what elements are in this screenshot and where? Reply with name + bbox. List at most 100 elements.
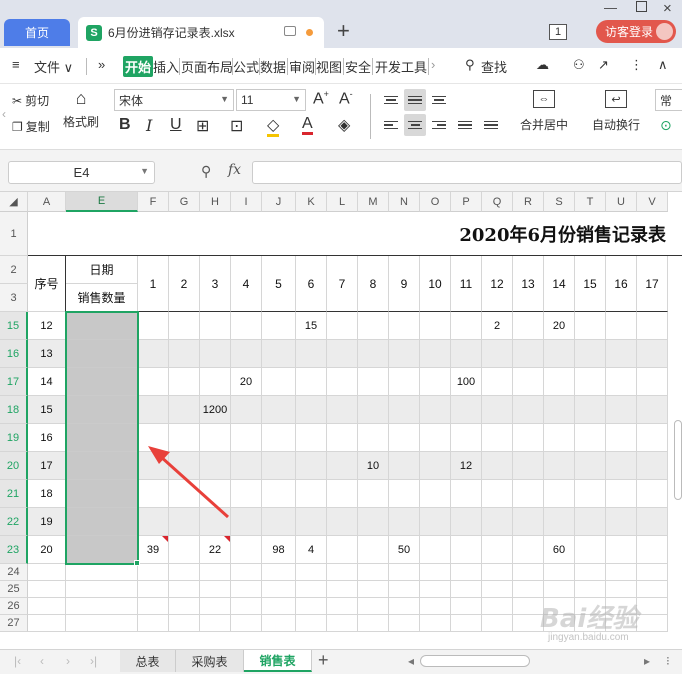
table-cell[interactable] <box>231 312 262 340</box>
empty-cell[interactable] <box>66 581 138 598</box>
row-header-21[interactable]: 21 <box>0 480 28 508</box>
seq-cell[interactable]: 14 <box>28 368 66 396</box>
table-cell[interactable] <box>451 424 482 452</box>
row-header-27[interactable]: 27 <box>0 615 28 632</box>
empty-cell[interactable] <box>358 564 389 581</box>
empty-cell[interactable] <box>327 615 358 632</box>
zoom-icon[interactable]: ⚲ <box>201 163 211 180</box>
empty-cell[interactable] <box>327 598 358 615</box>
table-cell[interactable] <box>138 340 169 368</box>
seq-cell[interactable]: 20 <box>28 536 66 564</box>
column-header-u[interactable]: U <box>606 192 637 212</box>
column-header-v[interactable]: V <box>637 192 668 212</box>
new-tab-button[interactable]: + <box>337 18 350 44</box>
column-header-a[interactable]: A <box>28 192 66 212</box>
seq-cell[interactable]: 15 <box>28 396 66 424</box>
tab-formula[interactable]: 公式 <box>233 57 259 76</box>
table-cell[interactable] <box>482 368 513 396</box>
table-cell[interactable] <box>482 424 513 452</box>
table-cell[interactable] <box>358 312 389 340</box>
column-header-s[interactable]: S <box>544 192 575 212</box>
table-cell[interactable]: 100 <box>451 368 482 396</box>
underline-icon[interactable]: U <box>170 116 182 134</box>
empty-cell[interactable] <box>169 564 200 581</box>
table-cell[interactable] <box>544 368 575 396</box>
seq-cell[interactable]: 17 <box>28 452 66 480</box>
empty-cell[interactable] <box>606 564 637 581</box>
empty-cell[interactable] <box>389 598 420 615</box>
seq-cell[interactable]: 12 <box>28 312 66 340</box>
empty-cell[interactable] <box>169 598 200 615</box>
table-cell[interactable] <box>544 452 575 480</box>
column-header-o[interactable]: O <box>420 192 451 212</box>
table-cell[interactable] <box>389 396 420 424</box>
empty-cell[interactable] <box>420 598 451 615</box>
table-cell[interactable] <box>262 396 296 424</box>
menu-scroll-right-icon[interactable]: › <box>431 57 435 72</box>
table-cell[interactable] <box>606 424 637 452</box>
name-box[interactable]: E4 ▼ <box>8 161 155 184</box>
table-cell[interactable] <box>358 340 389 368</box>
align-right-icon[interactable] <box>428 114 450 136</box>
table-cell[interactable] <box>262 312 296 340</box>
justify-icon[interactable] <box>454 114 476 136</box>
table-cell[interactable] <box>327 340 358 368</box>
row-header-23[interactable]: 23 <box>0 536 28 564</box>
empty-cell[interactable] <box>637 564 668 581</box>
empty-cell[interactable] <box>451 598 482 615</box>
fx-icon[interactable]: fx <box>228 162 241 178</box>
table-cell[interactable] <box>575 480 606 508</box>
row-header-22[interactable]: 22 <box>0 508 28 536</box>
wrap-text-button[interactable]: ↩ 自动换行 <box>592 90 640 133</box>
table-cell[interactable] <box>482 536 513 564</box>
table-cell[interactable] <box>575 536 606 564</box>
table-cell[interactable] <box>169 368 200 396</box>
close-icon[interactable]: × <box>663 0 672 17</box>
table-cell[interactable] <box>231 536 262 564</box>
table-cell[interactable] <box>327 452 358 480</box>
table-cell[interactable] <box>169 340 200 368</box>
table-cell[interactable] <box>575 368 606 396</box>
table-cell[interactable] <box>420 368 451 396</box>
table-cell[interactable] <box>358 396 389 424</box>
align-bottom-icon[interactable] <box>428 89 450 111</box>
collaborate-icon[interactable]: ⚇ <box>573 57 585 73</box>
table-cell[interactable] <box>389 340 420 368</box>
table-cell[interactable] <box>169 424 200 452</box>
align-middle-icon[interactable] <box>404 89 426 111</box>
empty-cell[interactable] <box>262 615 296 632</box>
table-cell[interactable] <box>262 424 296 452</box>
table-cell[interactable] <box>389 368 420 396</box>
table-cell[interactable] <box>513 536 544 564</box>
table-cell[interactable] <box>296 452 327 480</box>
table-cell[interactable] <box>513 340 544 368</box>
tab-insert[interactable]: 插入 <box>153 57 179 76</box>
toolbar-scroll-left-icon[interactable]: ‹ <box>2 107 6 121</box>
empty-cell[interactable] <box>138 615 169 632</box>
column-header-i[interactable]: I <box>231 192 262 212</box>
empty-cell[interactable] <box>200 564 231 581</box>
table-cell[interactable] <box>296 340 327 368</box>
column-header-n[interactable]: N <box>389 192 420 212</box>
table-cell[interactable] <box>138 396 169 424</box>
empty-cell[interactable] <box>262 581 296 598</box>
qty-cell[interactable] <box>66 480 138 508</box>
row-header-17[interactable]: 17 <box>0 368 28 396</box>
table-cell[interactable] <box>420 396 451 424</box>
seq-cell[interactable]: 13 <box>28 340 66 368</box>
empty-cell[interactable] <box>358 598 389 615</box>
empty-cell[interactable] <box>66 615 138 632</box>
seq-cell[interactable]: 18 <box>28 480 66 508</box>
tab-view[interactable]: 视图 <box>316 57 342 76</box>
table-cell[interactable] <box>327 424 358 452</box>
border-icon[interactable]: ⊞ <box>196 116 209 136</box>
empty-cell[interactable] <box>513 581 544 598</box>
table-cell[interactable] <box>200 340 231 368</box>
empty-cell[interactable] <box>28 564 66 581</box>
table-cell[interactable] <box>575 424 606 452</box>
empty-cell[interactable] <box>637 581 668 598</box>
window-count-badge[interactable]: 1 <box>549 24 567 40</box>
table-cell[interactable] <box>231 508 262 536</box>
table-cell[interactable] <box>200 424 231 452</box>
table-cell[interactable] <box>451 536 482 564</box>
